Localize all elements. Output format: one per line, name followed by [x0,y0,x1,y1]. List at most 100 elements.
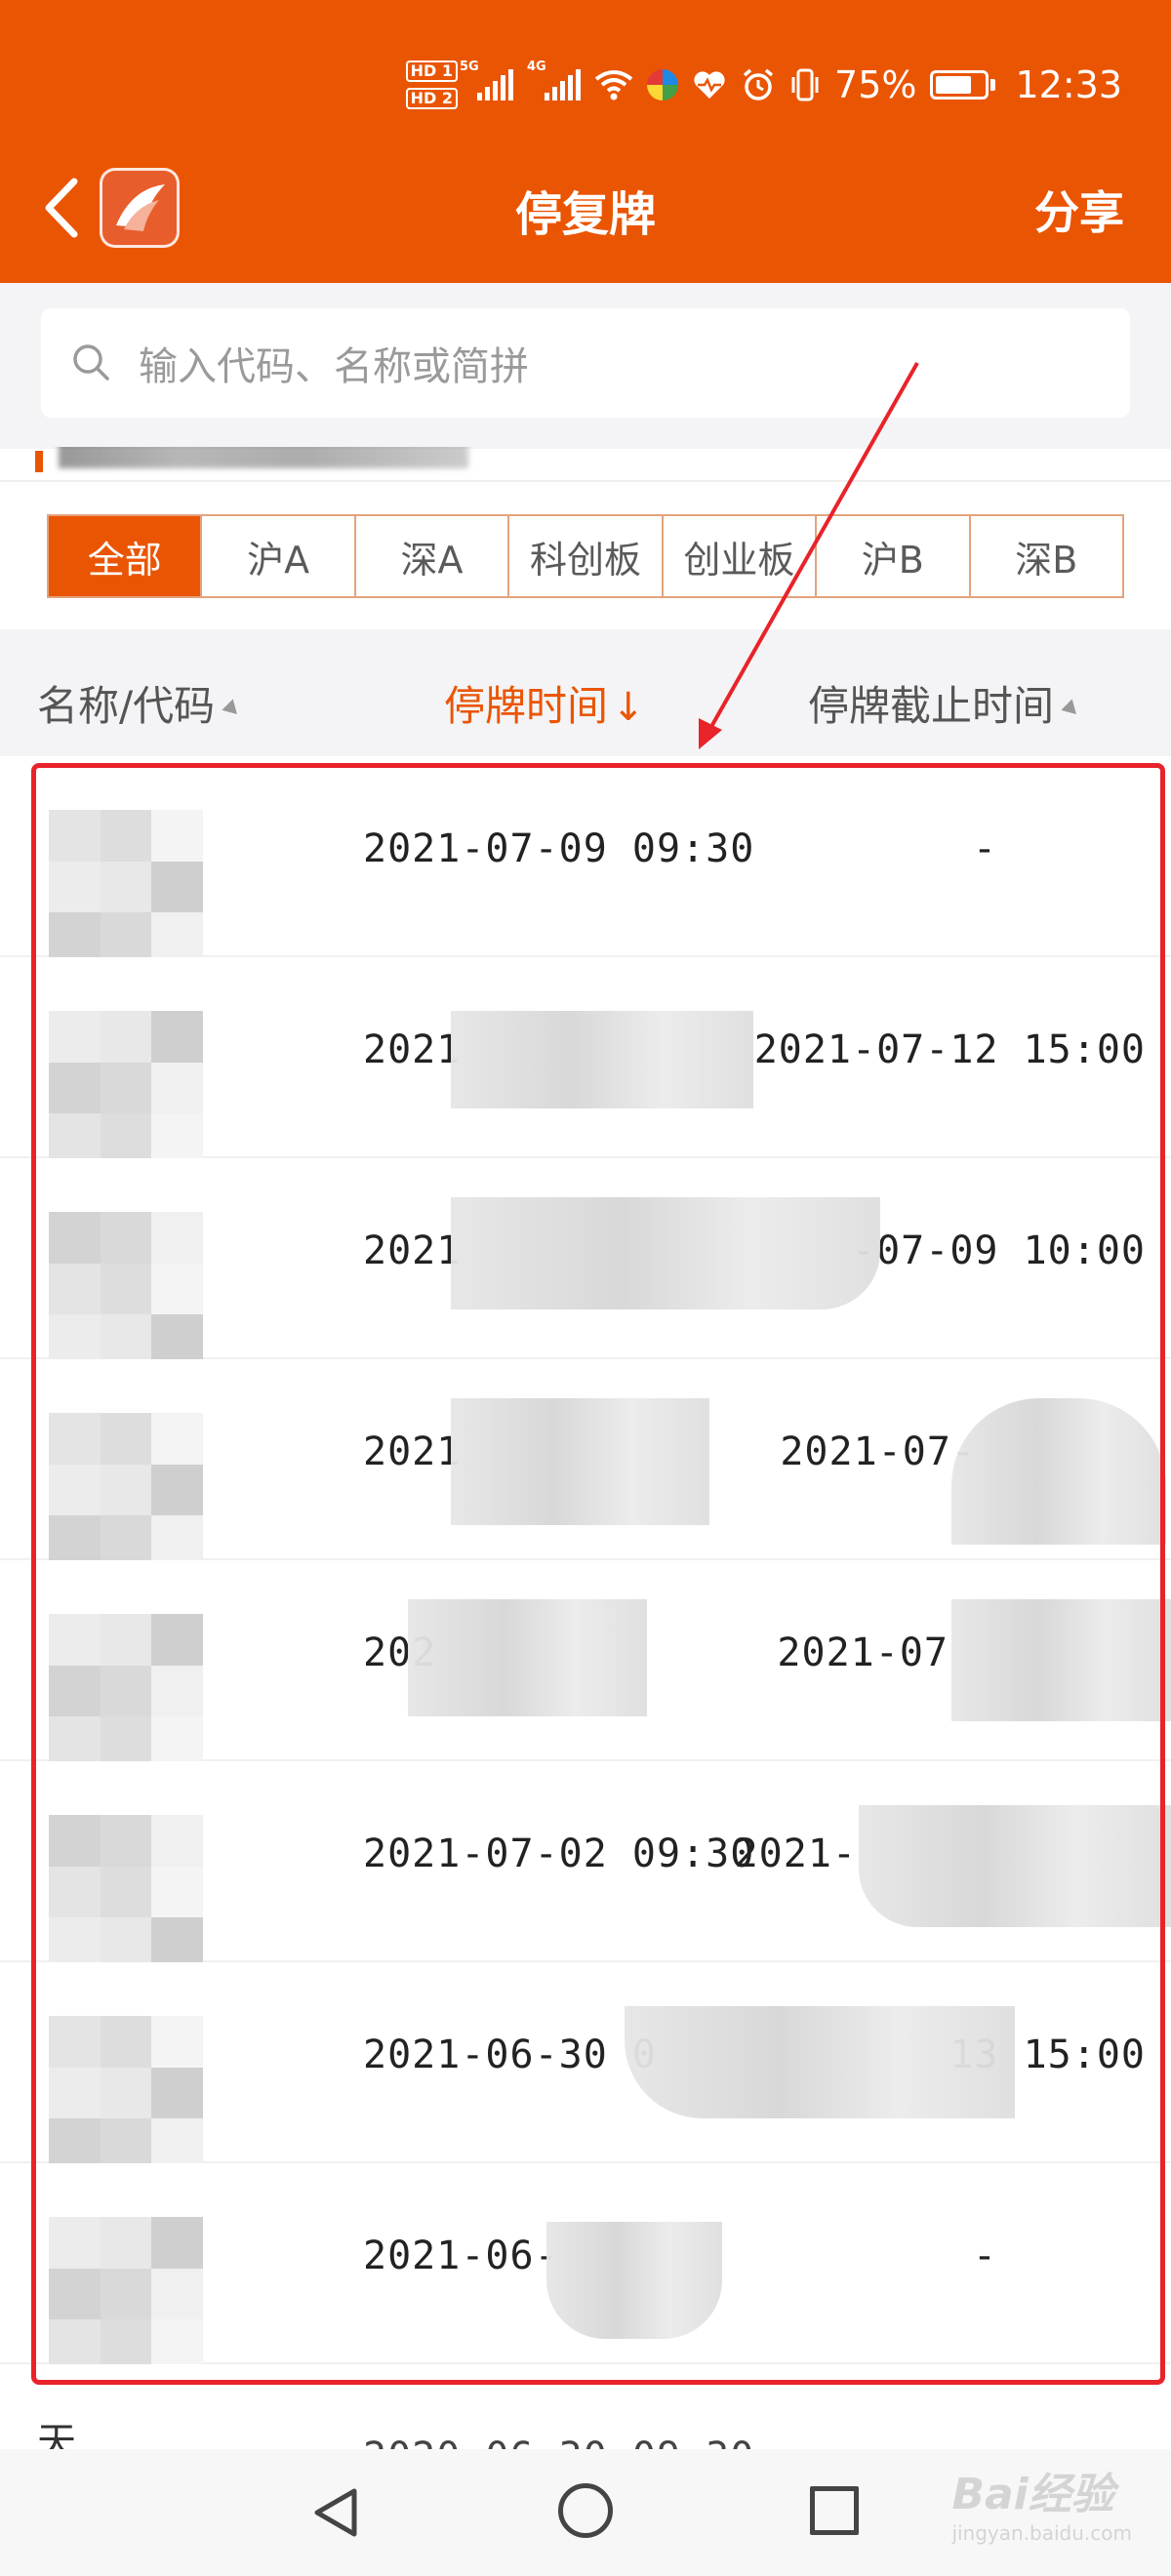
table-row[interactable]: 2021 -07-09 10:00 [0,1158,1171,1366]
end-time-cell: 2021-07-12 15:00 [753,1027,1146,1072]
tab-sh-a[interactable]: 沪A [200,516,354,596]
mosaic-cell [49,810,101,862]
section-accent-bar [35,451,43,472]
mosaic-cell [151,2217,203,2269]
mosaic-cell [151,1062,203,1114]
mosaic-cell [151,1665,203,1717]
mosaic-cell [49,1263,101,1315]
mosaic-cell [100,1665,152,1717]
tab-sz-a[interactable]: 深A [353,516,508,596]
battery-percent: 75% [834,63,917,106]
suspend-time-cell: 2021-06- [363,2234,559,2278]
suspend-time-cell: 2021 [363,1429,462,1474]
end-time-cell: - [972,826,997,871]
table-row[interactable]: 2021-07-02 09:30 2021- [0,1761,1171,1969]
obscured-stock-name [49,1815,203,1969]
mosaic-cell [49,1815,101,1867]
mosaic-cell [49,1011,101,1063]
status-icons: HD 1 HD 2 5G 4G 75% 12:33 [405,60,1122,109]
suspend-time-cell: 2021 [363,1027,462,1072]
mosaic-cell [100,2268,152,2320]
mosaic-cell [151,1413,203,1465]
suspend-time-cell: 2021 [363,1228,462,1273]
tab-chinext[interactable]: 创业板 [661,516,816,596]
sort-desc-arrow-icon: ↓ [612,685,645,730]
column-end-time[interactable]: 停牌截止时间 [808,673,1082,733]
obscured-stock-name [49,2016,203,2170]
tab-sh-b[interactable]: 沪B [815,516,969,596]
search-icon [73,344,109,381]
divider [0,480,1171,482]
mosaic-cell [151,1815,203,1867]
mosaic-cell [151,1263,203,1315]
mosaic-cell [151,1866,203,1918]
mosaic-cell [49,2067,101,2119]
search-input[interactable]: 输入代码、名称或简拼 [41,308,1130,418]
column-suspend-time[interactable]: 停牌时间 ↓ [444,673,645,733]
redaction-blur [951,1599,1171,1721]
tab-all[interactable]: 全部 [49,516,201,596]
signal-4g-icon: 4G [527,60,582,101]
column-name-code[interactable]: 名称/代码 [37,673,243,733]
table-row[interactable]: 202 2021-07 [0,1560,1171,1768]
mosaic-cell [100,810,152,862]
alarm-icon [743,68,774,101]
mosaic-cell [100,861,152,913]
mosaic-cell [49,2217,101,2269]
redaction-blur [859,1805,1171,1927]
share-button[interactable]: 分享 [1034,178,1124,242]
end-time-cell: 2021-07- [780,1429,976,1474]
tab-sz-b[interactable]: 深B [968,516,1122,596]
table-row[interactable]: 2021 2021-07-12 15:00 [0,957,1171,1165]
mosaic-cell [49,1062,101,1114]
suspend-time-cell: 2021-07-09 09:30 [363,826,755,871]
obscured-stock-name [49,1413,203,1567]
app-logo-icon [100,168,180,248]
mosaic-cell [49,1866,101,1918]
mosaic-cell [49,2016,101,2068]
nav-back-icon[interactable] [307,2483,366,2542]
mosaic-cell [49,2268,101,2320]
nav-recents-icon[interactable] [810,2486,859,2535]
nav-home-icon[interactable] [558,2483,613,2538]
health-heart-icon [694,71,725,99]
mosaic-cell [49,861,101,913]
mosaic-cell [100,1212,152,1264]
mosaic-cell [49,1212,101,1264]
table-row[interactable]: 2021-07-09 09:30 - [0,756,1171,964]
end-time-cell: -07-09 10:00 [852,1228,1146,1273]
mosaic-cell [100,1263,152,1315]
end-time-cell: - [972,2234,997,2278]
mosaic-cell [151,1614,203,1666]
status-bar: HD 1 HD 2 5G 4G 75% 12:33 [0,0,1171,166]
table-row[interactable]: 2021-06- - [0,2163,1171,2371]
sort-indicator-icon [222,698,243,720]
obscured-stock-name [49,1011,203,1165]
screen-root: { "status_bar": { "hd1": "HD 1", "hd2": … [0,0,1171,2576]
obscured-stock-name [49,810,203,964]
obscured-stock-name [49,1212,203,1366]
mosaic-cell [100,1062,152,1114]
mosaic-cell [151,2067,203,2119]
signal-5g-icon: 5G [460,60,514,101]
mosaic-cell [100,2016,152,2068]
redaction-blur [408,1599,647,1716]
mosaic-cell [49,1665,101,1717]
obscured-stock-name [49,1614,203,1768]
scrolled-heading-text [59,447,468,468]
sort-indicator-icon [1061,698,1082,720]
market-tabs: 全部 沪A 深A 科创板 创业板 沪B 深B [47,514,1124,598]
table-row[interactable]: 2021 2021-07- [0,1359,1171,1567]
mosaic-cell [151,861,203,913]
mosaic-cell [100,1614,152,1666]
mosaic-cell [100,2067,152,2119]
table-row[interactable]: 2021-06-30 0 13 15:00 [0,1962,1171,2170]
redaction-blur [451,1398,709,1525]
tab-star-market[interactable]: 科创板 [507,516,662,596]
mosaic-cell [151,810,203,862]
section-heading-obscured [0,447,1171,478]
mosaic-cell [100,1011,152,1063]
app-notification-icon [647,69,679,101]
back-arrow-icon[interactable] [37,174,86,242]
mosaic-cell [100,1413,152,1465]
